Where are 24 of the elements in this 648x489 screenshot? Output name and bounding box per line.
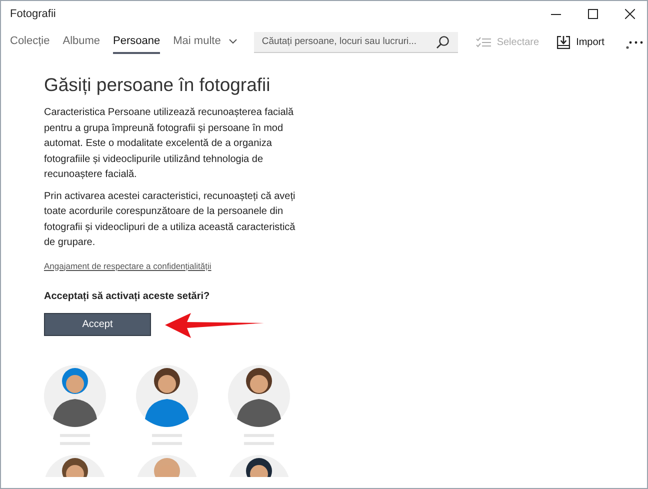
window-title: Fotografii	[10, 8, 56, 20]
search-icon[interactable]	[436, 36, 449, 48]
nav-tab[interactable]: Albume	[62, 30, 100, 54]
close-icon[interactable]	[625, 9, 635, 19]
more-icon[interactable]	[629, 40, 644, 44]
toolbar-button[interactable]: Import	[557, 36, 604, 48]
dot-icon	[626, 46, 630, 48]
accept-button[interactable]: Accept	[44, 313, 151, 336]
nav-tab[interactable]: Colecție	[10, 30, 50, 54]
maximize-icon[interactable]	[588, 9, 598, 19]
chevron-down-icon	[228, 38, 237, 44]
search-field[interactable]: Căutați persoane, locuri sau lucruri...	[254, 32, 458, 52]
nav-tab[interactable]: Persoane	[113, 30, 160, 54]
question-text: Acceptați să activați aceste setări?	[44, 290, 211, 302]
import-icon	[557, 36, 570, 48]
person-illustration	[44, 454, 106, 476]
description-text: Caracteristica Persoane utilizează recunoașterea facială pentru a grupa împreună fotografii și persoane în mod automat. Este o modalitate excelentă de a organiza fotografiile și videoclipurile utilizând tehnologia de recunoaștere facială.	[44, 106, 295, 182]
page-heading: Găsiți persoane în fotografii	[44, 74, 272, 96]
description-text: Prin activarea acestei caracteristici, recunoașteți că aveți toate acordurile corespunzătoare de la persoanele din fotografii și videoclipuri de a utiliza această caracteristică de grupare.	[44, 190, 296, 250]
person-illustration	[228, 454, 290, 476]
checklist-icon	[476, 36, 491, 48]
person-illustration	[136, 454, 198, 476]
privacy-link[interactable]: Angajament de respectare a confidențialității	[44, 260, 212, 270]
nav-tab[interactable]: Mai multe	[173, 30, 237, 54]
